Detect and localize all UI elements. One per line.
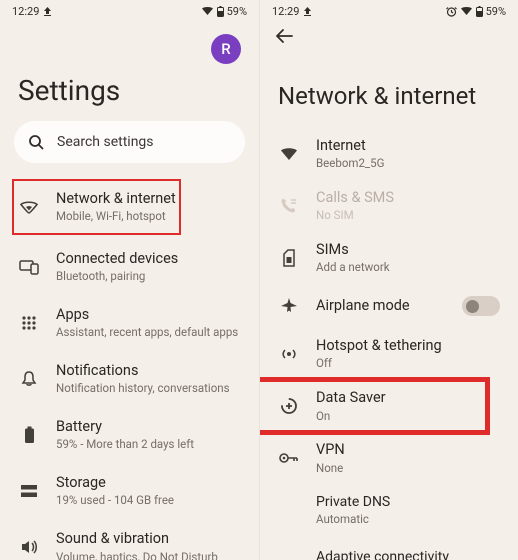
datasaver-icon	[278, 397, 300, 415]
hotspot-icon	[278, 345, 300, 363]
wifi-icon	[18, 199, 40, 215]
network-item-datasaver[interactable]: Data Saver On	[260, 380, 518, 432]
item-title: Connected devices	[56, 250, 241, 268]
settings-item-storage[interactable]: Storage 19% used - 104 GB free	[0, 463, 259, 519]
settings-item-battery[interactable]: Battery 59% - More than 2 days left	[0, 407, 259, 463]
upload-icon	[43, 6, 52, 16]
phone-icon	[278, 197, 300, 215]
item-sub: 19% used - 104 GB free	[56, 493, 241, 508]
item-sub: Bluetooth, pairing	[56, 269, 241, 284]
storage-icon	[18, 484, 40, 498]
item-title: Adaptive connectivity	[316, 545, 500, 560]
battery-icon	[476, 6, 483, 17]
item-sub: Add a network	[316, 260, 500, 275]
status-time: 12:29	[12, 5, 39, 18]
network-item-adaptive[interactable]: Adaptive connectivity	[260, 536, 518, 560]
back-button[interactable]	[274, 29, 294, 48]
network-item-vpn[interactable]: VPN None	[260, 432, 518, 484]
network-item-hotspot[interactable]: Hotspot & tethering Off	[260, 328, 518, 380]
item-title: SIMs	[316, 241, 500, 259]
item-sub: Volume, haptics, Do Not Disturb	[56, 550, 241, 560]
item-title: VPN	[316, 441, 500, 459]
network-screen: 12:29 59% Network & internet	[259, 0, 518, 560]
item-sub: Notification history, conversations	[56, 381, 241, 396]
item-title: Private DNS	[316, 494, 500, 512]
alarm-icon	[446, 6, 457, 17]
status-bar-left: 12:29 59%	[0, 0, 259, 20]
wifi-icon	[278, 146, 300, 162]
item-title: Battery	[56, 418, 241, 436]
item-title: Internet	[316, 137, 500, 155]
item-sub: Assistant, recent apps, default apps	[56, 325, 241, 340]
status-time: 12:29	[272, 5, 299, 18]
network-item-internet[interactable]: Internet Beebom2_5G	[260, 128, 518, 180]
vpn-key-icon	[278, 452, 300, 464]
item-sub: Beebom2_5G	[316, 156, 500, 171]
item-sub: On	[316, 409, 500, 424]
wifi-icon	[201, 6, 214, 16]
devices-icon	[18, 259, 40, 275]
item-title: Sound & vibration	[56, 530, 241, 548]
page-title: Settings	[0, 68, 259, 121]
item-sub: None	[316, 461, 500, 476]
item-title: Hotspot & tethering	[316, 337, 500, 355]
airplane-toggle[interactable]	[462, 296, 500, 316]
status-battery: 59%	[486, 5, 506, 18]
item-sub: 59% - More than 2 days left	[56, 437, 241, 452]
volume-icon	[18, 539, 40, 555]
settings-item-sound[interactable]: Sound & vibration Volume, haptics, Do No…	[0, 519, 259, 560]
search-input[interactable]: Search settings	[14, 121, 245, 163]
item-sub: No SIM	[316, 208, 500, 223]
airplane-icon	[278, 297, 300, 315]
item-title: Storage	[56, 474, 241, 492]
status-battery: 59%	[227, 5, 247, 18]
item-title: Apps	[56, 306, 241, 324]
battery-icon	[217, 6, 224, 17]
network-item-privatedns[interactable]: Private DNS Automatic	[260, 485, 518, 536]
settings-screen: 12:29 59% R Settings Search settings	[0, 0, 259, 560]
sim-icon	[278, 249, 300, 267]
avatar[interactable]: R	[211, 34, 241, 64]
network-item-sims[interactable]: SIMs Add a network	[260, 232, 518, 284]
item-title: Network & internet	[56, 190, 241, 208]
page-title: Network & internet	[260, 50, 518, 128]
network-item-calls: Calls & SMS No SIM	[260, 180, 518, 232]
network-item-airplane[interactable]: Airplane mode	[260, 284, 518, 328]
item-title: Airplane mode	[316, 293, 446, 319]
status-bar-right: 12:29 59%	[260, 0, 518, 20]
item-title: Data Saver	[316, 389, 500, 407]
settings-item-network[interactable]: Network & internet Mobile, Wi-Fi, hotspo…	[0, 179, 259, 235]
bell-icon	[18, 370, 40, 388]
settings-item-connected[interactable]: Connected devices Bluetooth, pairing	[0, 239, 259, 295]
search-icon	[28, 134, 45, 151]
settings-item-apps[interactable]: Apps Assistant, recent apps, default app…	[0, 295, 259, 351]
search-placeholder: Search settings	[57, 134, 154, 150]
apps-icon	[18, 315, 40, 331]
item-sub: Automatic	[316, 512, 500, 527]
upload-icon	[303, 6, 312, 16]
battery-icon	[18, 426, 40, 444]
item-sub: Mobile, Wi-Fi, hotspot	[56, 209, 241, 224]
item-title: Calls & SMS	[316, 189, 500, 207]
wifi-icon	[460, 6, 473, 16]
settings-item-notifications[interactable]: Notifications Notification history, conv…	[0, 351, 259, 407]
item-sub: Off	[316, 356, 500, 371]
item-title: Notifications	[56, 362, 241, 380]
